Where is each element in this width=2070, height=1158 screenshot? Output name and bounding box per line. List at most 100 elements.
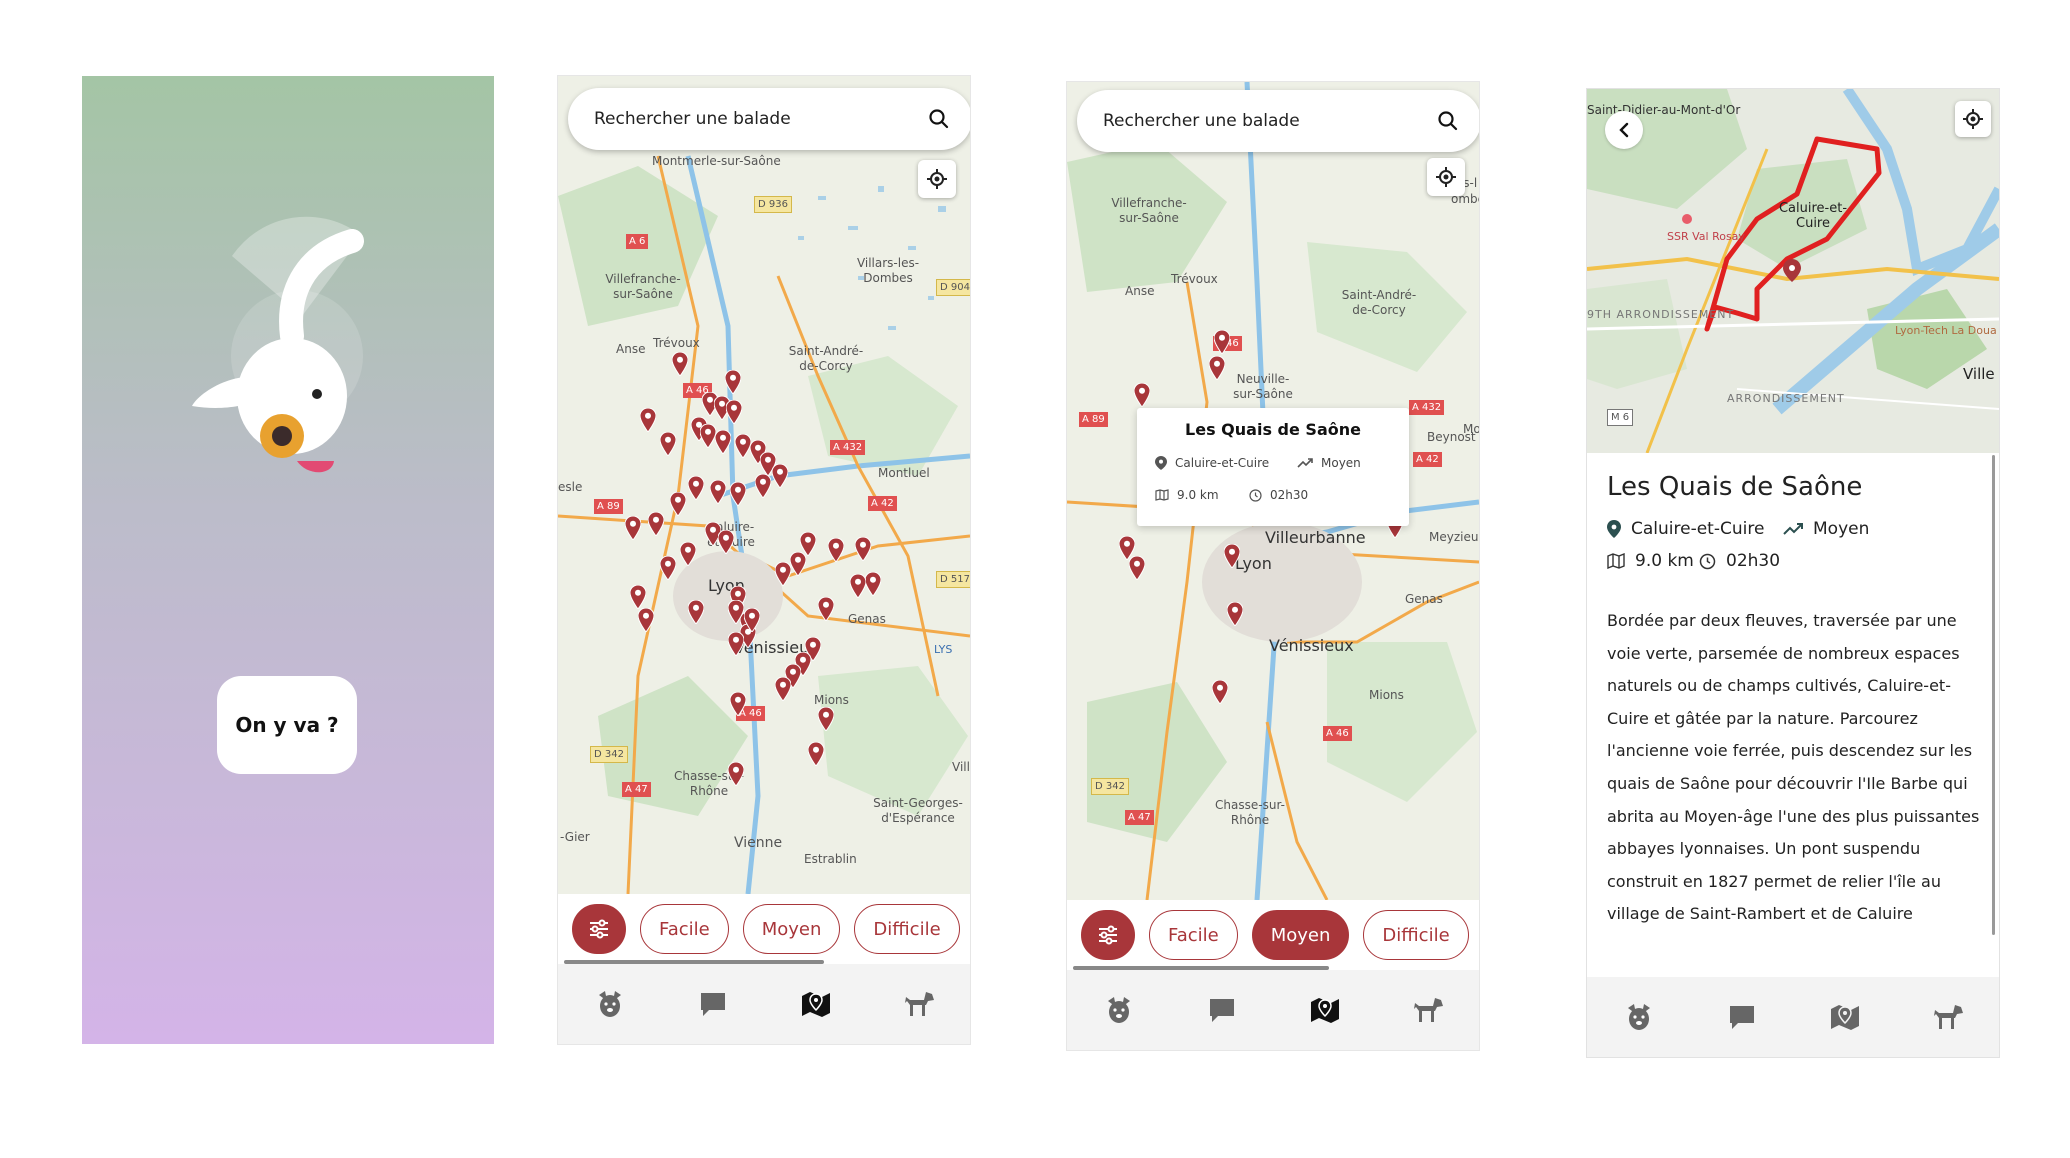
back-button[interactable] [1605, 111, 1643, 149]
map-screen: Montmerle-sur-Saône D 936 A 6 Villars-le… [558, 76, 970, 1044]
map-label: Estrablin [804, 852, 857, 866]
map-pin[interactable] [687, 599, 705, 625]
map-pin[interactable] [637, 607, 655, 633]
map-label: Montmerle-sur-Saône [652, 154, 781, 168]
map-pin[interactable] [1223, 543, 1241, 569]
walk-city: Caluire-et-Cuire [1607, 519, 1764, 539]
map-pin[interactable] [679, 541, 697, 567]
tab-map[interactable] [1825, 997, 1865, 1037]
tab-dog[interactable] [899, 984, 939, 1024]
search-input[interactable]: Rechercher une balade [594, 109, 928, 129]
tab-dog-face[interactable] [590, 984, 630, 1024]
map-icon [1830, 1005, 1859, 1030]
filter-facile[interactable]: Facile [1149, 910, 1238, 960]
map-pin[interactable] [629, 584, 647, 610]
map-pin[interactable] [699, 423, 717, 449]
tab-map[interactable] [796, 984, 836, 1024]
map-pin[interactable] [774, 561, 792, 587]
map-pin[interactable] [1133, 382, 1151, 408]
map-label: SSR Val Rosay [1667, 230, 1745, 243]
dog-face-icon [598, 991, 621, 1017]
search-input[interactable]: Rechercher une balade [1103, 111, 1437, 131]
map-pin[interactable] [624, 515, 642, 541]
map-pin[interactable] [754, 473, 772, 499]
tab-dog[interactable] [1928, 997, 1968, 1037]
filter-settings-button[interactable] [572, 904, 626, 954]
map-pin[interactable] [727, 599, 745, 625]
walk-detail-screen: Saint-Didier-au-Mont-d'Or Caluire-et-Cui… [1587, 89, 1999, 1057]
filter-settings-button[interactable] [1081, 910, 1135, 960]
chevron-left-icon [1619, 122, 1629, 138]
popup-city: Caluire-et-Cuire [1155, 456, 1269, 470]
filter-difficile[interactable]: Difficile [854, 904, 960, 954]
search-icon[interactable] [928, 108, 950, 130]
map-pin[interactable] [774, 676, 792, 702]
map-label: A 47 [622, 782, 651, 797]
map-pin[interactable] [1208, 355, 1226, 381]
map-pin[interactable] [849, 573, 867, 599]
map-label: Villeurbanne [1265, 528, 1366, 547]
map-pin[interactable] [724, 369, 742, 395]
filter-facile[interactable]: Facile [640, 904, 729, 954]
route-map[interactable]: Saint-Didier-au-Mont-d'Or Caluire-et-Cui… [1587, 89, 1999, 453]
map-view[interactable]: Montmerle-sur-Saône D 936 A 6 Villars-le… [558, 76, 970, 894]
filter-bar: Facile Moyen Difficile M [558, 894, 970, 964]
tab-chat[interactable] [1202, 990, 1242, 1030]
dog-face-icon [1107, 997, 1130, 1023]
map-pin[interactable] [729, 691, 747, 717]
locate-button[interactable] [1955, 101, 1991, 137]
scrollbar[interactable] [1992, 455, 1995, 935]
map-pin[interactable] [671, 351, 689, 377]
map-pin[interactable] [659, 555, 677, 581]
map-pin[interactable] [789, 551, 807, 577]
start-button[interactable]: On y va ? [217, 676, 357, 774]
map-pin[interactable] [725, 399, 743, 425]
map-pin[interactable] [729, 481, 747, 507]
filter-moyen[interactable]: Moyen [742, 904, 841, 954]
map-pin[interactable] [817, 706, 835, 732]
locate-button[interactable] [1427, 158, 1465, 196]
map-icon [801, 992, 830, 1017]
map-pin[interactable] [1128, 555, 1146, 581]
map-pin[interactable] [807, 741, 825, 767]
map-pin[interactable] [727, 761, 745, 787]
tab-dog-face[interactable] [1099, 990, 1139, 1030]
map-pin[interactable] [817, 596, 835, 622]
map-pin[interactable] [734, 433, 752, 459]
map-label: 9TH ARRONDISSEMENT [1587, 308, 1735, 321]
map-label: Saint-André-de-Corcy [1341, 288, 1417, 317]
map-pin[interactable] [1211, 679, 1229, 705]
map-pin[interactable] [709, 479, 727, 505]
map-pin[interactable] [1213, 329, 1231, 355]
map-pin[interactable] [714, 429, 732, 455]
search-bar[interactable]: Rechercher une balade [568, 88, 970, 150]
map-label: D 342 [1091, 778, 1129, 795]
map-pin[interactable] [771, 463, 789, 489]
map-pin[interactable] [647, 511, 665, 537]
tab-chat[interactable] [1722, 997, 1762, 1037]
tab-dog[interactable] [1408, 990, 1448, 1030]
map-pin[interactable] [727, 631, 745, 657]
map-pin[interactable] [864, 571, 882, 597]
search-bar[interactable]: Rechercher une balade [1077, 90, 1479, 152]
map-pin[interactable] [687, 475, 705, 501]
map-pin[interactable] [659, 431, 677, 457]
crosshair-icon [927, 169, 947, 189]
search-icon[interactable] [1437, 110, 1459, 132]
map-pin[interactable] [1226, 601, 1244, 627]
tab-chat[interactable] [693, 984, 733, 1024]
walk-popup[interactable]: Les Quais de Saône Caluire-et-Cuire Moye… [1137, 408, 1409, 526]
map-pin[interactable] [827, 537, 845, 563]
map-label: Mions [1369, 688, 1404, 702]
filter-moyen[interactable]: Moyen [1251, 910, 1350, 960]
tab-dog-face[interactable] [1619, 997, 1659, 1037]
tab-map[interactable] [1305, 990, 1345, 1030]
map-pin[interactable] [854, 536, 872, 562]
map-pin[interactable] [639, 407, 657, 433]
map-pin[interactable] [717, 529, 735, 555]
filter-difficile[interactable]: Difficile [1363, 910, 1469, 960]
map-pin[interactable] [743, 607, 761, 633]
map-label: Vill [952, 760, 970, 774]
map-pin[interactable] [669, 491, 687, 517]
locate-button[interactable] [918, 160, 956, 198]
